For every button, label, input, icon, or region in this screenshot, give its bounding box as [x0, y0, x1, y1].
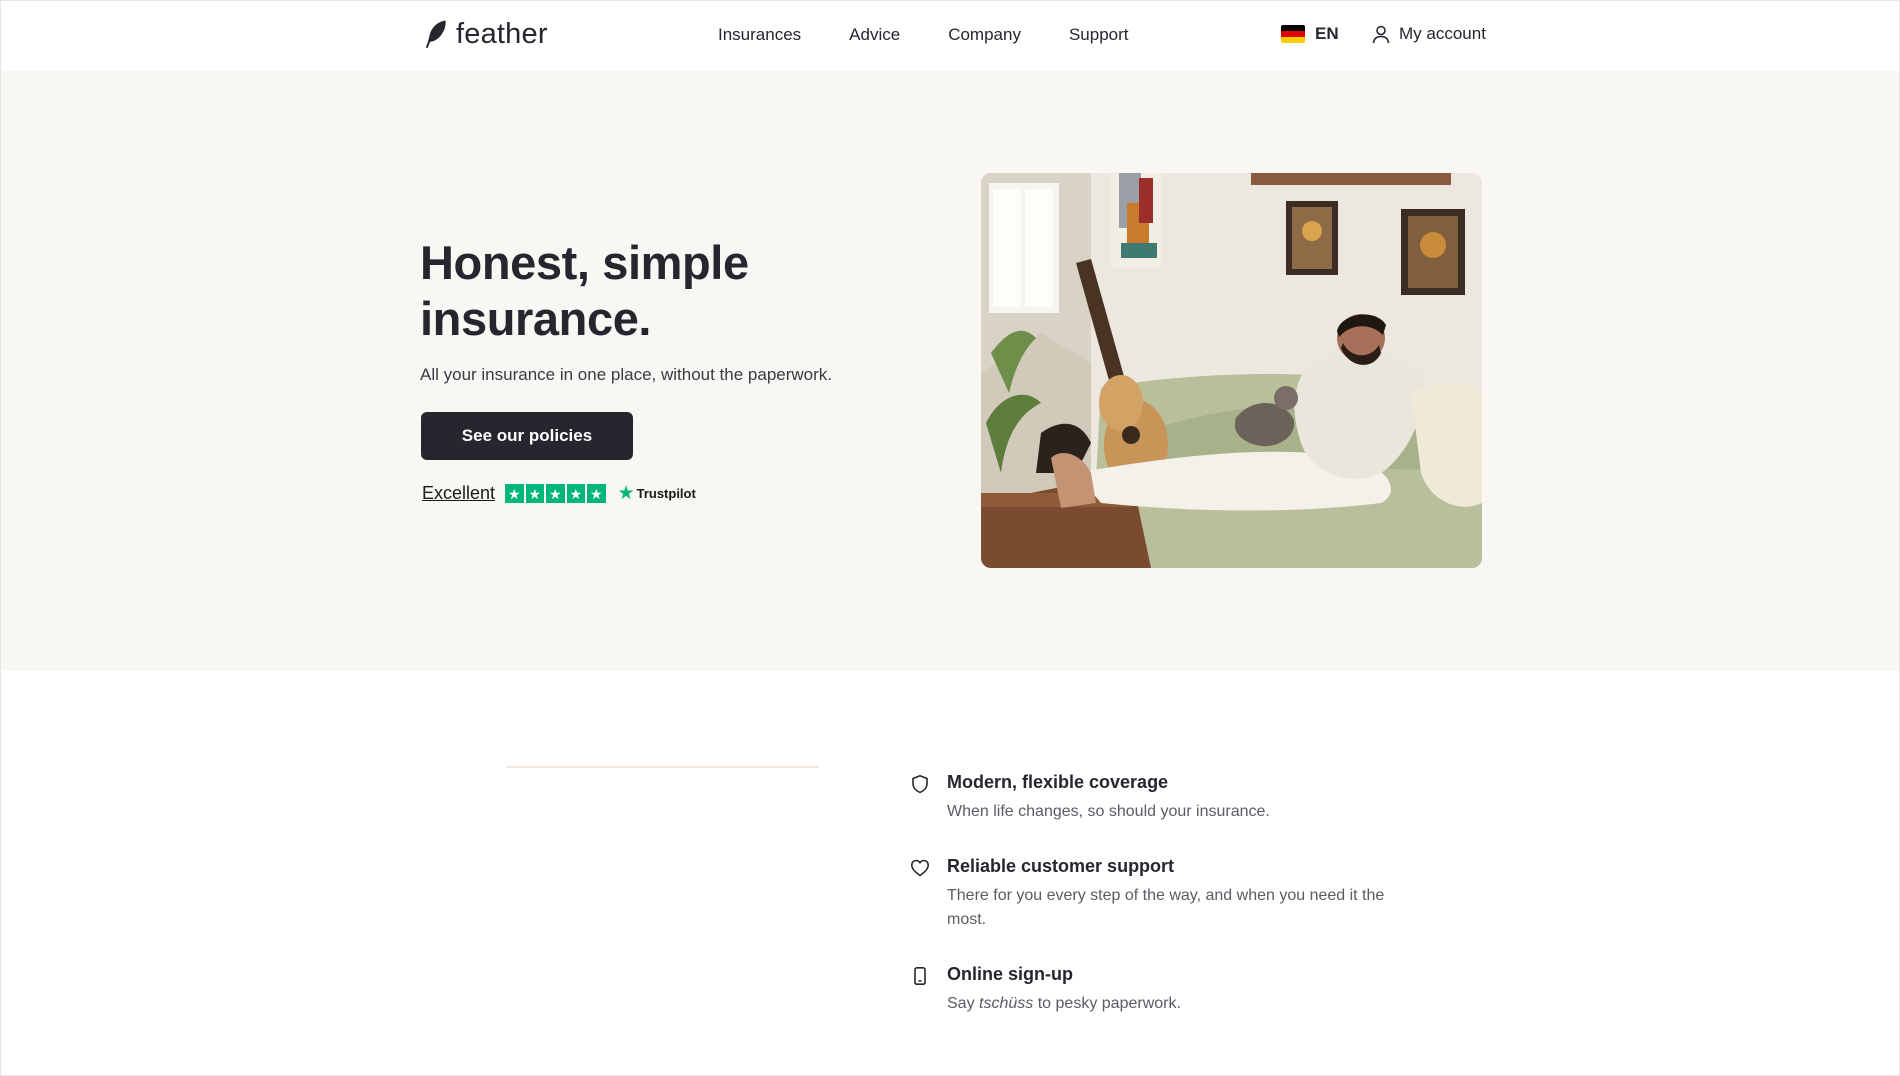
hero-title: Honest, simple insurance. [420, 236, 749, 345]
star-icon: ★ [505, 484, 524, 503]
feature-description: When life changes, so should your insura… [947, 803, 1270, 820]
nav-insurances[interactable]: Insurances [718, 24, 801, 46]
feature-description-emphasis: tschüss [979, 995, 1034, 1012]
feature-title: Modern, flexible coverage [947, 772, 1169, 792]
feature-description-suffix: to pesky paperwork. [1037, 995, 1181, 1012]
my-account-link[interactable]: My account [1371, 24, 1486, 44]
heart-icon [911, 859, 929, 877]
shield-icon [912, 775, 928, 794]
star-icon: ★ [566, 484, 586, 503]
trustpilot-brand-name: Trustpilot [636, 486, 696, 501]
trustpilot-stars: ★ ★ ★ ★ ★ [505, 484, 606, 503]
feature-title: Online sign-up [947, 964, 1073, 984]
trustpilot-widget[interactable]: Excellent ★ ★ ★ ★ ★ ★ Trustpilot [422, 483, 696, 504]
trustpilot-rating-text: Excellent [422, 483, 496, 503]
star-icon: ★ [525, 484, 545, 503]
main-nav: Insurances Advice Company Support [718, 24, 1129, 46]
nav-advice[interactable]: Advice [849, 24, 900, 46]
trustpilot-logo: ★ Trustpilot [618, 484, 696, 503]
hero-image [981, 173, 1482, 568]
star-icon: ★ [587, 484, 606, 503]
hero-illustration [981, 173, 1482, 568]
trustpilot-star-icon: ★ [617, 483, 635, 504]
feature-title: Reliable customer support [947, 856, 1175, 876]
star-icon: ★ [546, 484, 565, 503]
see-our-policies-button[interactable]: See our policies [421, 412, 633, 460]
nav-company[interactable]: Company [948, 24, 1021, 46]
section-divider [507, 766, 819, 768]
germany-flag-icon [1281, 25, 1305, 43]
site-header: feather Insurances Advice Company Suppor… [0, 0, 1900, 71]
language-code: EN [1315, 24, 1339, 43]
my-account-label: My account [1399, 24, 1486, 43]
nav-support[interactable]: Support [1069, 24, 1129, 46]
hero-subtitle: All your insurance in one place, without… [420, 365, 833, 384]
phone-icon [914, 966, 926, 985]
user-icon [1372, 25, 1390, 44]
feature-description: Say tschüss to pesky paperwork. [947, 992, 1387, 1016]
hero-section: Honest, simple insurance. All your insur… [0, 71, 1900, 671]
brand-logo[interactable]: feather [424, 17, 548, 51]
brand-name: feather [456, 18, 548, 50]
feather-icon [425, 20, 446, 48]
language-switcher[interactable]: EN [1281, 24, 1339, 44]
feature-description: There for you every step of the way, and… [947, 887, 1385, 928]
feature-description-prefix: Say [947, 995, 975, 1012]
